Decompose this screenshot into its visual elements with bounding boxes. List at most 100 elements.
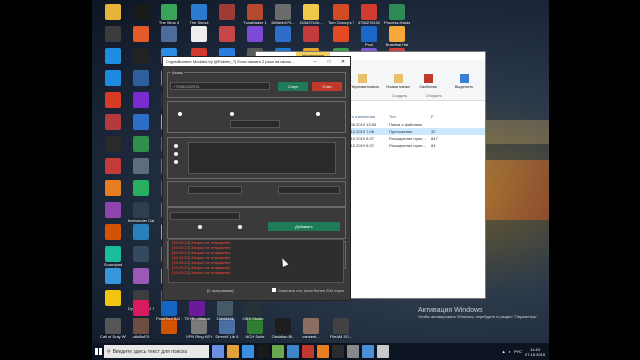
clock[interactable]: 11:43 27.10.2019	[525, 347, 545, 357]
desktop-icon[interactable]	[128, 114, 154, 130]
desktop-icon[interactable]	[128, 4, 154, 20]
table-row[interactable]: 13.10.2019 7:08 Приложение 32	[345, 128, 485, 135]
table-row[interactable]: 29.06.2019 13:55 Папка с файлами	[345, 121, 485, 128]
radio-option[interactable]	[316, 112, 320, 116]
desktop-icon[interactable]: VPN Ring KEY	[186, 318, 212, 339]
desktop-icon[interactable]	[298, 26, 324, 42]
desktop-icon[interactable]	[100, 224, 126, 240]
taskbar-app-icon[interactable]	[242, 345, 254, 358]
desktop-icon[interactable]: thethunder Call of..	[128, 202, 154, 223]
desktop-icon[interactable]: OBS Studio	[240, 300, 266, 321]
select-button[interactable]: Выделить	[452, 74, 476, 89]
desktop-icon[interactable]	[128, 224, 154, 240]
desktop-icon[interactable]: 13443441	[212, 300, 238, 321]
table-row[interactable]: 13.10.2019 8:37 Расширение прил... 847	[345, 135, 485, 142]
desktop-icon[interactable]: PaintTool SAI 1.2.5	[156, 300, 182, 321]
desktop-icon[interactable]	[186, 26, 212, 42]
close-icon[interactable]: ✕	[336, 59, 350, 65]
desktop-icon[interactable]	[214, 26, 240, 42]
taskbar-app-icon[interactable]	[347, 345, 359, 358]
desktop-icon[interactable]: Process Hacker 2	[384, 4, 410, 25]
desktop-icon[interactable]: 153d37b1b...	[298, 4, 324, 25]
desktop-icon[interactable]	[100, 158, 126, 174]
desktop-icon[interactable]	[242, 26, 268, 42]
language-indicator[interactable]: РУС	[514, 349, 522, 354]
taskbar-app-icon[interactable]	[377, 345, 389, 358]
desktop-icon[interactable]: Call of Duty WW2	[100, 318, 126, 339]
desktop-icon[interactable]	[270, 26, 296, 42]
radio-option[interactable]	[198, 225, 202, 229]
taskbar-app-icon[interactable]	[272, 345, 284, 358]
radio-option[interactable]	[238, 225, 242, 229]
desktop-icon[interactable]	[100, 136, 126, 152]
services-list[interactable]	[188, 142, 336, 174]
desktop-icon[interactable]	[100, 48, 126, 64]
desktop-icon[interactable]	[100, 180, 126, 196]
desktop-icon[interactable]	[156, 26, 182, 42]
stop-button[interactable]: Стоп	[312, 82, 342, 91]
desktop-icon[interactable]: Obsidian Bl..	[270, 318, 296, 339]
desktop-icon[interactable]: vankent...	[298, 318, 324, 339]
radio-option[interactable]	[230, 112, 234, 116]
desktop-icon[interactable]: The Sims4	[186, 4, 212, 25]
desktop-icon[interactable]	[100, 202, 126, 218]
desktop-icon[interactable]: TDYE - Man of Middl...	[184, 300, 210, 321]
desktop-icon[interactable]	[328, 26, 354, 42]
radio-option[interactable]	[174, 160, 178, 164]
radio-option[interactable]	[178, 112, 182, 116]
taskbar-app-icon[interactable]	[332, 345, 344, 358]
table-row[interactable]: 13.10.2019 8:37 Расширение прил... 84	[345, 142, 485, 149]
desktop-icon[interactable]	[128, 246, 154, 262]
desktop-icon[interactable]: DirectX Lib 6	[214, 318, 240, 339]
desktop-icon[interactable]: FileAM 3O...	[328, 318, 354, 339]
desktop-icon[interactable]: 4758278192	[356, 4, 382, 25]
network-icon[interactable]: ▲	[502, 349, 506, 354]
start-button[interactable]	[92, 343, 104, 360]
desktop-icon[interactable]	[128, 136, 154, 152]
desktop-icon[interactable]	[100, 70, 126, 86]
radio-option[interactable]	[174, 144, 178, 148]
taskbar-app-icon[interactable]	[257, 345, 269, 358]
desktop-icon[interactable]	[100, 92, 126, 108]
desktop-icon[interactable]: NCH Suite	[242, 318, 268, 339]
desktop-icon[interactable]	[100, 268, 126, 284]
new-folder-button[interactable]: Новая папка	[386, 74, 410, 89]
taskbar-app-icon[interactable]	[317, 345, 329, 358]
desktop-icon[interactable]: u8d8af70	[128, 318, 154, 339]
maximize-icon[interactable]: □	[322, 59, 336, 65]
desktop-icon[interactable]	[214, 4, 240, 20]
column-type[interactable]: Тип	[389, 114, 431, 119]
log-panel[interactable]: [19:43:23] Запрос не отправлен [19:43:23]…	[168, 239, 344, 283]
desktop-icon[interactable]	[100, 4, 126, 20]
minimize-icon[interactable]: –	[308, 59, 322, 65]
desktop-icon[interactable]: Pool	[356, 26, 382, 47]
desktop-icon[interactable]	[128, 70, 154, 86]
proxy-input[interactable]	[188, 186, 242, 194]
column-date[interactable]: Дата изменения	[345, 114, 389, 119]
start-button[interactable]: Старт	[278, 82, 308, 91]
desktop-icon[interactable]: Brawlhal Hat	[384, 26, 410, 47]
column-size[interactable]: Р	[431, 114, 441, 119]
add-input[interactable]	[170, 212, 240, 220]
taskbar-app-icon[interactable]	[227, 345, 239, 358]
desktop-icon[interactable]: Soundpad	[100, 246, 126, 267]
desktop-icon[interactable]: TunaMaker 1	[242, 4, 268, 25]
clear-log-checkbox[interactable]: Очистить лог, если более 200 строк	[271, 288, 344, 293]
desktop-icon[interactable]	[128, 300, 154, 316]
delay-input[interactable]	[230, 120, 280, 128]
taskbar-search[interactable]: ⚲ Введите здесь текст для поиска	[104, 345, 209, 358]
desktop-icon[interactable]	[128, 268, 154, 284]
desktop-icon[interactable]	[128, 48, 154, 64]
taskbar-app-icon[interactable]	[362, 345, 374, 358]
desktop-icon[interactable]	[100, 290, 126, 306]
desktop-icon[interactable]	[128, 180, 154, 196]
radio-option[interactable]	[174, 152, 178, 156]
volume-icon[interactable]: ◖	[509, 349, 511, 354]
taskbar-app-icon[interactable]	[302, 345, 314, 358]
desktop-icon[interactable]	[128, 92, 154, 108]
taskbar-app-icon[interactable]	[287, 345, 299, 358]
desktop-icon[interactable]: Tom Clancy's The Division 2	[328, 4, 354, 25]
phone-input[interactable]: +79080292931	[170, 82, 270, 90]
desktop-icon[interactable]	[128, 26, 154, 42]
desktop-icon[interactable]: The Sims 4	[156, 4, 182, 25]
